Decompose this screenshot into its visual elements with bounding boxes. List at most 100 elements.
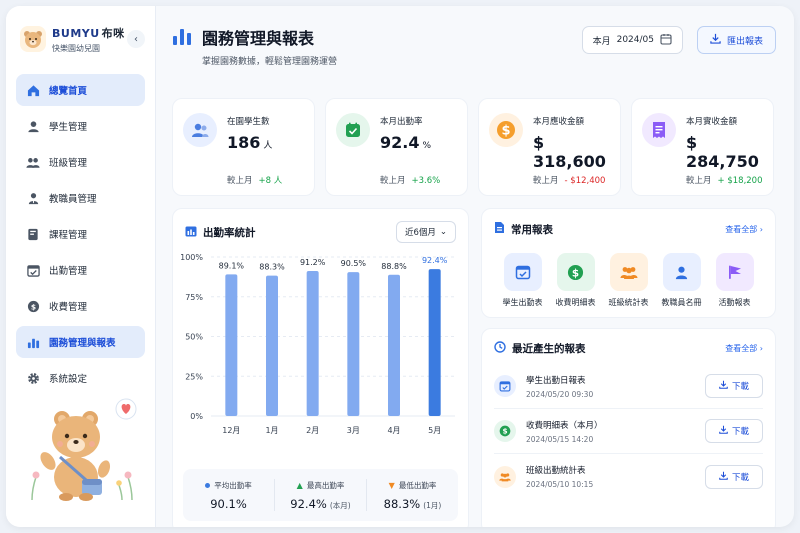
- export-report-button[interactable]: 匯出報表: [696, 26, 776, 54]
- view-all-recent-link[interactable]: 查看全部 ›: [725, 343, 763, 354]
- app-window: BUMYU 布咪 快樂園幼兒園 ‹ 總覽首頁 學生管理 班級管理 教職員管理 課…: [6, 6, 794, 527]
- y-tick-label: 25%: [185, 372, 203, 381]
- sidebar-item-settings[interactable]: 系統設定: [16, 362, 145, 394]
- download-label: 下載: [731, 472, 749, 483]
- attendance-bar-chart: 0% 25% 50% 75% 100% 89.1% 12月 88.3% 1月 91.2% 2月 90.…: [180, 253, 455, 435]
- brand: BUMYU 布咪 快樂園幼兒園 ‹: [6, 6, 155, 58]
- sidebar-item-label: 課程管理: [49, 230, 88, 241]
- report-shortcut[interactable]: 學生出勤表: [496, 253, 549, 308]
- sidebar-item-label: 學生管理: [49, 122, 88, 133]
- sidebar-item-label: 收費管理: [49, 302, 88, 313]
- stat-cards: 在園學生數 186 人 較上月 +8 人 本月出勤率 92.4% 較上月 +3.6% …: [172, 98, 776, 196]
- month-picker-value: 2024/05: [616, 35, 654, 45]
- summary-value: 90.1%: [210, 496, 247, 511]
- flag-icon: [715, 253, 754, 291]
- bar-chart-icon: [172, 26, 192, 50]
- clock-icon: [494, 341, 506, 356]
- sidebar-item-courses[interactable]: 課程管理: [16, 218, 145, 250]
- bar-value-label: 90.5%: [341, 259, 367, 268]
- stat-delta: +3.6%: [411, 176, 441, 186]
- view-all-label: 查看全部: [725, 224, 758, 234]
- x-tick-label: 12月: [222, 426, 240, 435]
- dollar-icon: $: [556, 253, 595, 291]
- dollar-icon: $: [489, 113, 523, 147]
- common-reports-title: 常用報表: [511, 223, 553, 236]
- sidebar-item-home[interactable]: 總覽首頁: [16, 74, 145, 106]
- bar-value-label: 88.3%: [259, 263, 285, 272]
- stat-compare-label: 較上月: [380, 176, 406, 186]
- chevron-left-icon: ‹: [134, 33, 138, 45]
- report-name: 學生出勤日報表: [526, 375, 586, 386]
- sidebar-item-label: 總覽首頁: [49, 86, 88, 97]
- student-icon: [26, 119, 40, 133]
- group-icon: [494, 465, 516, 488]
- sidebar-item-label: 教職員管理: [49, 194, 97, 205]
- report-shortcut[interactable]: 活動報表: [708, 253, 761, 308]
- bar-value-label: 88.8%: [381, 262, 407, 271]
- dot-icon: [205, 482, 211, 488]
- fee-icon: $: [26, 299, 40, 313]
- report-name: 班級出勤統計表: [526, 466, 586, 476]
- download-icon: [710, 33, 721, 47]
- dollar-icon: $: [494, 420, 516, 442]
- download-icon: [719, 471, 728, 483]
- download-button[interactable]: 下載: [705, 374, 763, 398]
- download-label: 下載: [731, 382, 749, 392]
- report-shortcut[interactable]: 教職員名冊: [655, 253, 708, 308]
- collapse-sidebar-button[interactable]: ‹: [127, 30, 145, 48]
- sidebar: BUMYU 布咪 快樂園幼兒園 ‹ 總覽首頁 學生管理 班級管理 教職員管理 課…: [6, 6, 156, 527]
- report-shortcut[interactable]: 班級統計表: [602, 253, 655, 308]
- sidebar-item-staff[interactable]: 教職員管理: [16, 182, 145, 214]
- x-tick-label: 3月: [347, 426, 360, 435]
- range-select[interactable]: 近6個月 ⌄: [395, 221, 456, 243]
- sidebar-item-attendance[interactable]: 出勤管理: [16, 254, 145, 286]
- stat-value: $ 318,600: [533, 133, 606, 171]
- bar: [428, 269, 441, 416]
- report-shortcut[interactable]: $ 收費明細表: [549, 253, 602, 308]
- recent-reports-list: 學生出勤日報表 2024/05/20 09:30 下載 $ 收費明細表（本月） …: [494, 364, 763, 499]
- sidebar-item-classes[interactable]: 班級管理: [16, 146, 145, 178]
- stat-label: 本月實收金額: [686, 117, 738, 127]
- view-all-reports-link[interactable]: 查看全部 ›: [725, 224, 763, 235]
- report-shortcut-label: 學生出勤表: [502, 298, 543, 307]
- sidebar-item-fees[interactable]: $ 收費管理: [16, 290, 145, 322]
- stat-unit: 人: [263, 141, 273, 151]
- stat-delta: - $12,400: [564, 176, 606, 186]
- download-button[interactable]: 下載: [705, 419, 763, 443]
- report-name: 收費明細表（本月）: [526, 420, 603, 431]
- list-item: 學生出勤日報表 2024/05/20 09:30 下載: [494, 364, 763, 409]
- range-select-value: 近6個月: [404, 228, 436, 238]
- calendar-check-icon: [494, 375, 516, 397]
- report-time: 2024/05/15 14:20: [526, 434, 594, 444]
- download-button[interactable]: 下載: [705, 464, 763, 489]
- attendance-icon: [26, 263, 40, 277]
- sidebar-nav: 總覽首頁 學生管理 班級管理 教職員管理 課程管理 出勤管理 $ 收費管理 園務…: [6, 74, 155, 394]
- common-reports-card: 常用報表 查看全部 › 學生出勤表 $ 收費明細表 班級統計表 教職員名冊 活動報…: [481, 208, 776, 318]
- summary-label: 最低出勤率: [398, 480, 437, 490]
- recent-reports-title: 最近產生的報表: [512, 343, 586, 355]
- group-icon: [609, 253, 648, 291]
- attendance-chart-title: 出勤率統計: [203, 226, 256, 239]
- bar-value-label: 91.2%: [300, 258, 326, 267]
- brand-name: BUMYU: [52, 26, 100, 40]
- x-tick-label: 1月: [265, 426, 278, 435]
- report-time: 2024/05/10 10:15: [526, 480, 594, 489]
- svg-text:$: $: [572, 267, 579, 279]
- sidebar-item-reports[interactable]: 園務管理與報表: [16, 326, 145, 358]
- report-shortcut-label: 班級統計表: [608, 298, 649, 307]
- stat-delta: +8 人: [258, 176, 283, 186]
- bar-value-label: 92.4%: [422, 256, 448, 265]
- stat-card-receivable: $ 本月應收金額 $ 318,600 較上月 - $12,400: [478, 98, 621, 196]
- person-icon: [662, 253, 701, 291]
- report-shortcuts: 學生出勤表 $ 收費明細表 班級統計表 教職員名冊 活動報表: [494, 253, 763, 308]
- bar: [388, 274, 400, 416]
- check-calendar-icon: [336, 113, 370, 147]
- users-icon: [183, 113, 217, 147]
- chart-icon: [26, 335, 40, 349]
- month-picker[interactable]: 本月 2024/05: [581, 26, 683, 54]
- staff-icon: [26, 191, 40, 205]
- summary-note: (本月): [329, 500, 351, 510]
- document-icon: [494, 221, 505, 237]
- sidebar-item-students[interactable]: 學生管理: [16, 110, 145, 142]
- stat-card-students: 在園學生數 186 人 較上月 +8 人: [172, 98, 315, 196]
